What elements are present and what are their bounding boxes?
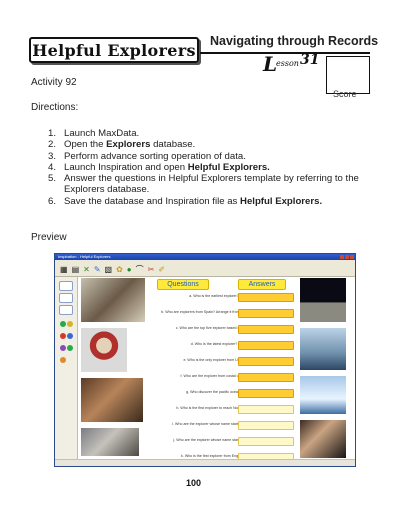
iceberg-photo	[300, 376, 346, 414]
toolbar-icon: ▤	[71, 265, 80, 274]
toolbar-icon: ✂	[147, 265, 155, 274]
answer-box	[238, 421, 294, 430]
step-number: 1.	[48, 128, 57, 139]
palette-button	[59, 293, 73, 303]
app-toolbar: ▦ ▤ ✕ ✎ ▧ ✿ ● ⌒ ✂ ✐	[55, 264, 355, 277]
step-number: 6.	[48, 195, 57, 207]
palette-dot	[67, 321, 73, 327]
step-text: Explorers	[106, 139, 151, 151]
explorer-portrait	[300, 420, 346, 458]
answer-box	[238, 405, 294, 414]
step-text: Perform advance sorting operation of dat…	[64, 150, 246, 162]
direction-step: 2. Open the Explorers database.	[48, 139, 368, 150]
direction-step: 6. Save the database and Inspiration file…	[48, 196, 368, 207]
step-text: Answer the questions in Helpful Explorer…	[64, 173, 359, 196]
step-number: 5.	[48, 173, 57, 185]
page-number: 100	[186, 478, 202, 488]
step-text: Helpful Explorers.	[240, 195, 323, 207]
app-window-title: Inspiration - Helpful Explorers	[58, 254, 111, 259]
lesson-number: 31	[300, 52, 320, 68]
moon-landing-photo	[300, 278, 346, 322]
worksheet-title: Helpful Explorers	[29, 37, 199, 63]
header-rule	[200, 52, 370, 54]
preview-label: Preview	[31, 232, 67, 243]
step-text: Launch MaxData.	[64, 128, 140, 139]
direction-step: 4. Launch Inspiration and open Helpful Ex…	[48, 162, 368, 173]
answer-box	[238, 325, 294, 334]
step-text: Save the database and Inspiration file a…	[64, 195, 241, 207]
answer-box	[238, 341, 294, 350]
step-number: 3.	[48, 150, 57, 162]
toolbar-icon: ✎	[93, 265, 101, 274]
ship-painting	[300, 328, 346, 370]
toolbar-icon: ✿	[116, 265, 123, 274]
answer-box	[238, 309, 294, 318]
palette-dot	[60, 357, 66, 363]
explorer-portrait	[81, 278, 145, 322]
step-text: Launch Inspiration and open	[64, 161, 188, 173]
step-text: Helpful Explorers.	[187, 161, 270, 173]
palette-dot	[60, 321, 66, 327]
palette-dot	[60, 345, 66, 351]
answer-box	[238, 373, 294, 382]
step-number: 4.	[48, 161, 57, 173]
step-text: database.	[150, 139, 196, 151]
activity-number: Activity 92	[31, 77, 77, 88]
score-label: Score	[333, 89, 357, 99]
lesson-word: esson	[276, 59, 299, 68]
directions-list: 1. Launch MaxData. 2. Open the Explorers da…	[48, 128, 368, 207]
palette-button	[59, 305, 73, 315]
answers-header: Answers	[238, 279, 286, 290]
answer-box	[238, 437, 294, 446]
explorer-photo	[81, 428, 139, 456]
step-text: Open the	[64, 139, 107, 151]
toolbar-icon: ✐	[158, 265, 166, 274]
step-number: 2.	[48, 139, 57, 151]
toolbar-icon: ▧	[104, 265, 113, 274]
toolbar-icon: ⌒	[135, 265, 144, 274]
symbol-palette	[55, 277, 78, 463]
direction-step: 3. Perform advance sorting operation of d…	[48, 151, 368, 162]
toolbar-icon: ✕	[83, 265, 90, 274]
window-buttons	[340, 255, 354, 259]
lesson-letter: L	[263, 52, 278, 76]
direction-step: 5. Answer the questions in Helpful Explor…	[48, 173, 368, 196]
questions-header: Questions	[157, 279, 209, 290]
palette-dot	[67, 333, 73, 339]
answer-box	[238, 357, 294, 366]
palette-button	[59, 281, 73, 291]
preview-screenshot: Inspiration - Helpful Explorers ▦ ▤ ✕ ✎ …	[54, 253, 356, 467]
toolbar-icon: ▦	[60, 265, 68, 274]
answer-box	[238, 389, 294, 398]
explorer-portrait	[81, 378, 143, 422]
astronaut-photo	[81, 328, 127, 372]
palette-dot	[60, 333, 66, 339]
toolbar-icon: ●	[126, 265, 132, 274]
direction-step: 1. Launch MaxData.	[48, 128, 368, 139]
app-scrollbar	[55, 459, 355, 466]
palette-dot	[67, 345, 73, 351]
directions-label: Directions:	[31, 102, 79, 113]
answer-box	[238, 293, 294, 302]
topic-heading: Navigating through Records	[210, 34, 379, 48]
